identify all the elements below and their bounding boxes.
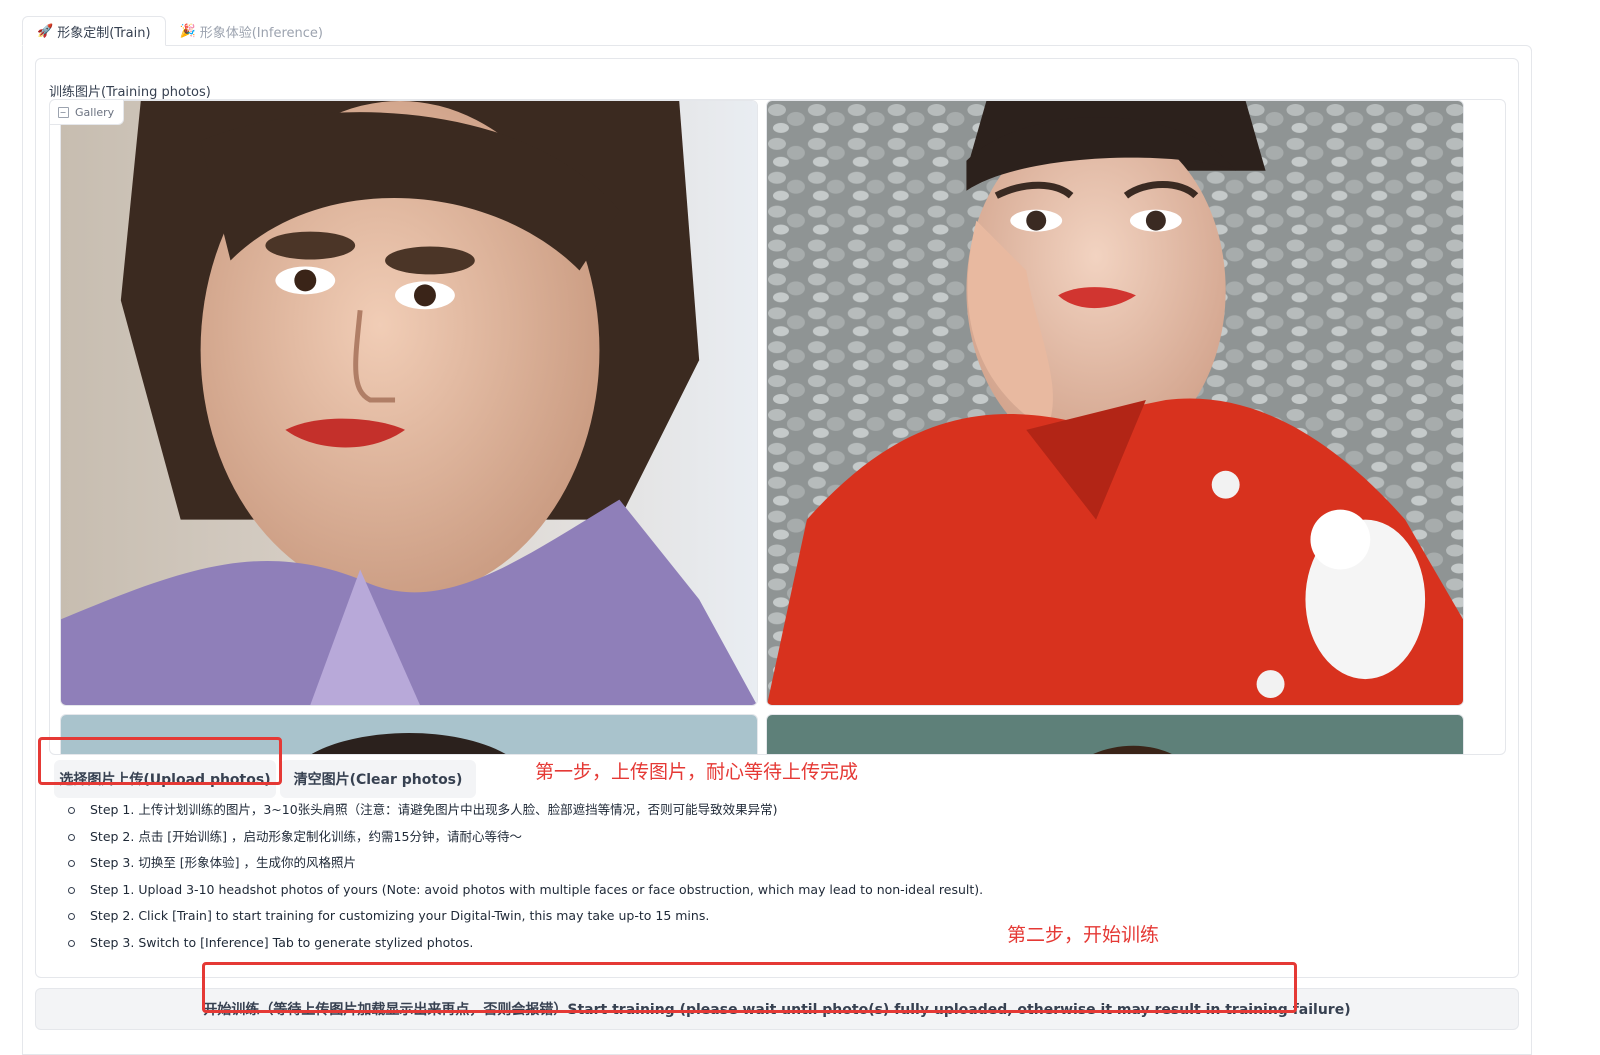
annotation-step-two: 第二步，开始训练	[1007, 924, 1160, 946]
tab-inference[interactable]: 🎉 形象体验(Inference)	[166, 16, 337, 46]
tab-train-label: 形象定制(Train)	[57, 25, 151, 41]
upload-photos-button[interactable]: 选择图片上传(Upload photos)	[54, 760, 276, 798]
training-photos-gallery[interactable]: Gallery	[49, 99, 1506, 755]
gallery-badge-label: Gallery	[75, 105, 115, 119]
tab-train[interactable]: 🚀 形象定制(Train)	[22, 16, 166, 46]
gallery-badge: Gallery	[50, 100, 125, 125]
tab-bar: 🚀 形象定制(Train) 🎉 形象体验(Inference)	[22, 14, 337, 46]
image-icon	[58, 106, 69, 118]
clear-photos-button[interactable]: 清空图片(Clear photos)	[280, 760, 476, 798]
instruction-item: Step 2. Click [Train] to start training …	[58, 903, 983, 930]
gallery-photo-2[interactable]	[766, 100, 1464, 706]
gallery-photo-1[interactable]	[60, 100, 758, 706]
annotation-step-one: 第一步，上传图片，耐心等待上传完成	[535, 761, 859, 783]
party-popper-icon: 🎉	[179, 23, 196, 39]
instruction-item: Step 2. 点击 [开始训练] ，启动形象定制化训练，约需15分钟，请耐心等…	[58, 824, 983, 851]
start-training-button[interactable]: 开始训练（等待上传图片加载显示出来再点，否则会报错）Start training…	[35, 988, 1519, 1030]
tab-inference-label: 形象体验(Inference)	[199, 25, 323, 41]
gallery-photo-3[interactable]	[60, 714, 758, 754]
train-tab-panel: 训练图片(Training photos) Gallery 选择图片上传(Upl…	[22, 45, 1532, 1055]
instructions-list: Step 1. 上传计划训练的图片，3~10张头肩照（注意：请避免图片中出现多人…	[58, 797, 983, 956]
training-photos-block: 训练图片(Training photos) Gallery 选择图片上传(Upl…	[35, 58, 1519, 978]
instruction-item: Step 1. Upload 3-10 headshot photos of y…	[58, 877, 983, 904]
training-photos-label: 训练图片(Training photos)	[49, 85, 211, 100]
rocket-icon: 🚀	[37, 23, 54, 39]
instruction-item: Step 3. Switch to [Inference] Tab to gen…	[58, 930, 983, 957]
instruction-item: Step 3. 切换至 [形象体验] ，生成你的风格照片	[58, 850, 983, 877]
gallery-photo-4[interactable]	[766, 714, 1464, 754]
instruction-item: Step 1. 上传计划训练的图片，3~10张头肩照（注意：请避免图片中出现多人…	[58, 797, 983, 824]
